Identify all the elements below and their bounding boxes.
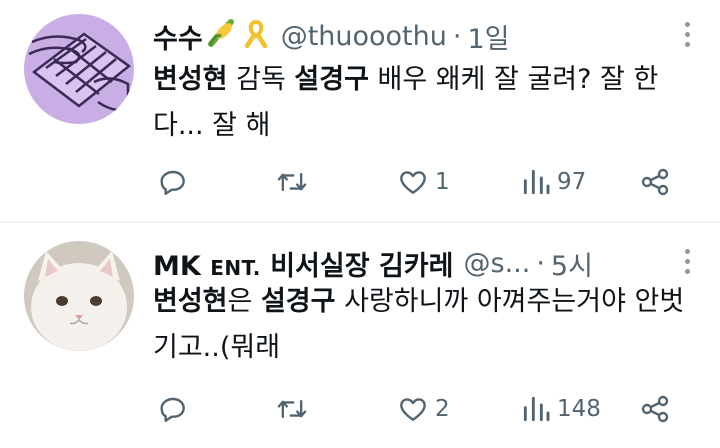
user-handle[interactable]: @s... (464, 248, 531, 279)
view-count: 97 (557, 169, 587, 195)
more-options-icon[interactable] (682, 22, 692, 52)
text-segment: 은 (227, 286, 261, 317)
tweet-header: 수수 @thuooothu · 1일 (153, 16, 690, 56)
text-segment: 변성현 (153, 64, 228, 95)
heart-icon (400, 398, 426, 421)
views-button[interactable]: 148 (521, 391, 601, 427)
separator-dot: · (536, 247, 545, 279)
retweet-button[interactable] (275, 391, 315, 427)
text-segment: 변성현 (153, 286, 228, 317)
text-segment: 설경구 (294, 64, 369, 95)
reply-icon (160, 397, 185, 422)
tweet[interactable]: 수수 @thuooothu · 1일 변성현 감독 설경구 배우 왜케 잘 굴려… (0, 0, 720, 222)
yellow-ribbon-emoji (241, 18, 271, 55)
tweet-text: 변성현 감독 설경구 배우 왜케 잘 굴려? 잘 한다... 잘 해 (153, 57, 700, 149)
tweet-actions: 2 148 (157, 391, 700, 427)
like-button[interactable]: 1 (397, 164, 450, 200)
tweet[interactable]: MK ENT. 비서실장 김카레 @s... · 5시 변성현은 설경구 사랑하… (0, 223, 720, 448)
retweet-button[interactable] (275, 164, 315, 200)
avatar[interactable] (24, 241, 134, 351)
views-button[interactable]: 97 (521, 164, 586, 200)
display-name-part: MK (153, 250, 211, 282)
share-icon (641, 395, 669, 423)
share-button[interactable] (639, 391, 671, 427)
heart-icon (400, 171, 426, 194)
reply-button[interactable] (157, 164, 195, 200)
tweet-text: 변성현은 설경구 사랑하니까 아껴주는거야 안벗기고..(뭐래 (153, 279, 700, 371)
retweet-icon (277, 399, 307, 419)
views-chart-icon (523, 396, 550, 422)
timestamp[interactable]: 5시 (551, 244, 593, 283)
display-name-part: ENT. (210, 255, 261, 280)
text-segment: 감독 (227, 64, 295, 95)
more-options-icon[interactable] (682, 249, 692, 279)
text-segment: 설경구 (260, 286, 336, 317)
display-name[interactable]: 수수 (153, 17, 203, 56)
reply-button[interactable] (157, 391, 195, 427)
user-handle[interactable]: @thuooothu (281, 21, 447, 52)
view-count: 148 (557, 396, 601, 422)
display-name[interactable]: MK ENT. 비서실장 김카레 (153, 244, 454, 283)
avatar-keyboard-image (24, 14, 134, 124)
timestamp[interactable]: 1일 (467, 17, 509, 56)
tweet-actions: 1 97 (157, 164, 700, 200)
avatar[interactable] (24, 14, 134, 124)
avatar-white-cat-image (24, 241, 134, 351)
share-icon (641, 168, 669, 196)
views-chart-icon (523, 169, 550, 195)
retweet-icon (277, 172, 307, 192)
like-count: 1 (435, 169, 450, 195)
like-button[interactable]: 2 (397, 391, 450, 427)
corn-emoji (207, 18, 237, 55)
reply-icon (160, 170, 185, 195)
share-button[interactable] (639, 164, 671, 200)
separator-dot: · (452, 20, 462, 52)
display-name-part: 비서실장 김카레 (260, 250, 454, 282)
tweet-header: MK ENT. 비서실장 김카레 @s... · 5시 (153, 243, 690, 283)
like-count: 2 (435, 396, 450, 422)
